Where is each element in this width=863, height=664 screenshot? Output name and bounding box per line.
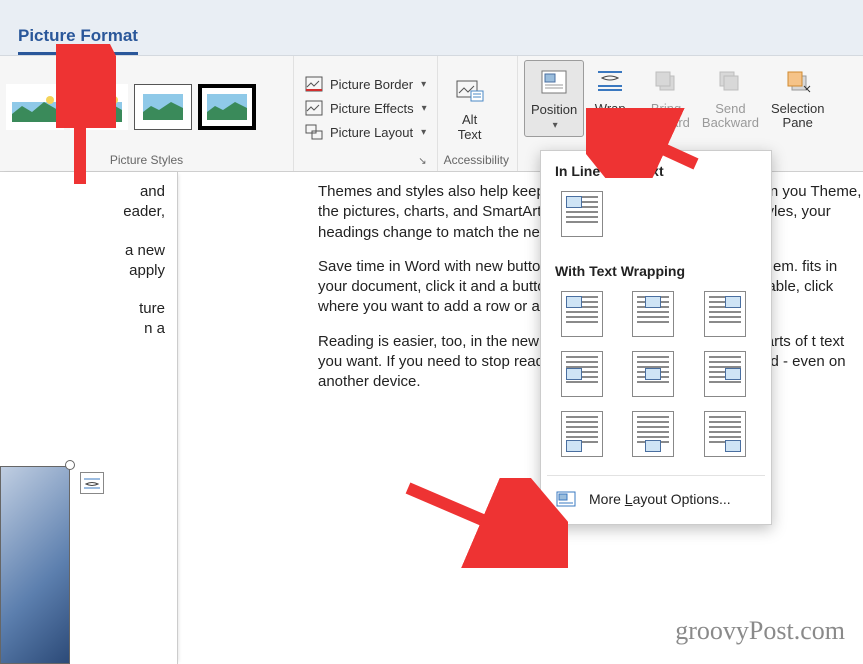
doc-text-fragment: a new apply xyxy=(0,241,165,282)
position-dropdown: In Line with Text With Text Wrapping Mor… xyxy=(540,150,772,525)
more-layout-options[interactable]: More Layout Options... xyxy=(541,480,771,518)
position-option-middle-right[interactable] xyxy=(704,351,746,397)
watermark: groovyPost.com xyxy=(675,616,845,646)
group-picture-adjust: Picture Border ▾ Picture Effects ▾ Pictu… xyxy=(294,56,438,171)
position-icon xyxy=(536,65,572,99)
picture-style-thumb-3[interactable] xyxy=(134,84,192,130)
dialog-launcher-picture-styles[interactable]: ↘ xyxy=(300,156,431,171)
dropdown-separator xyxy=(547,475,765,476)
more-layout-options-label: More Layout Options... xyxy=(589,491,731,507)
group-accessibility: Alt Text Accessibility xyxy=(438,56,518,171)
chevron-down-icon: ▾ xyxy=(421,127,426,138)
selection-pane-button[interactable]: Selection Pane xyxy=(765,60,830,131)
more-layout-icon xyxy=(555,490,577,508)
picture-effects-button[interactable]: Picture Effects ▾ xyxy=(300,97,431,119)
chevron-down-icon: ▾ xyxy=(422,103,427,114)
bring-forward-icon xyxy=(648,64,684,98)
selection-pane-icon xyxy=(780,64,816,98)
contextual-tab-strip: Picture Format xyxy=(0,0,863,56)
picture-layout-icon xyxy=(304,123,324,141)
doc-left-column: and eader, a new apply ture n a xyxy=(0,172,178,664)
doc-text-fragment: and eader, xyxy=(0,182,165,223)
send-backward-button[interactable]: Send Backward xyxy=(696,60,765,131)
dropdown-section-inline: In Line with Text xyxy=(541,151,771,187)
dropdown-section-wrap: With Text Wrapping xyxy=(541,251,771,287)
doc-text-fragment: ture n a xyxy=(0,299,165,340)
selection-handle[interactable] xyxy=(65,460,75,470)
group-picture-styles: Picture Styles xyxy=(0,56,294,171)
position-button[interactable]: Position▾ xyxy=(524,60,584,137)
wrap-text-button[interactable]: Wrap Text xyxy=(584,60,636,131)
picture-layout-button[interactable]: Picture Layout ▾ xyxy=(300,121,431,143)
group-label-picture-styles: Picture Styles xyxy=(6,153,287,171)
selected-picture[interactable] xyxy=(0,466,70,664)
position-option-top-center[interactable] xyxy=(632,291,674,337)
picture-border-icon xyxy=(304,75,324,93)
picture-style-thumb-2[interactable] xyxy=(70,84,128,130)
picture-border-button[interactable]: Picture Border ▾ xyxy=(300,73,431,95)
picture-style-thumb-4[interactable] xyxy=(198,84,256,130)
alt-text-icon xyxy=(452,75,488,109)
position-option-bottom-center[interactable] xyxy=(632,411,674,457)
chevron-down-icon: ▾ xyxy=(553,120,558,131)
position-option-middle-center[interactable] xyxy=(632,351,674,397)
position-option-top-left[interactable] xyxy=(561,291,603,337)
picture-effects-icon xyxy=(304,99,324,117)
layout-options-floating-button[interactable] xyxy=(80,472,104,494)
position-option-top-right[interactable] xyxy=(704,291,746,337)
wrap-text-icon xyxy=(592,64,628,98)
position-option-middle-left[interactable] xyxy=(561,351,603,397)
group-label-accessibility: Accessibility xyxy=(444,153,511,171)
position-option-bottom-left[interactable] xyxy=(561,411,603,457)
alt-text-button[interactable]: Alt Text xyxy=(444,71,496,142)
position-option-inline[interactable] xyxy=(561,191,603,237)
chevron-down-icon: ▾ xyxy=(421,79,426,90)
bring-forward-button[interactable]: Bring Forward xyxy=(636,60,696,131)
send-backward-icon xyxy=(712,64,748,98)
tab-picture-format[interactable]: Picture Format xyxy=(18,26,138,55)
picture-style-thumb-1[interactable] xyxy=(6,84,64,130)
position-option-bottom-right[interactable] xyxy=(704,411,746,457)
